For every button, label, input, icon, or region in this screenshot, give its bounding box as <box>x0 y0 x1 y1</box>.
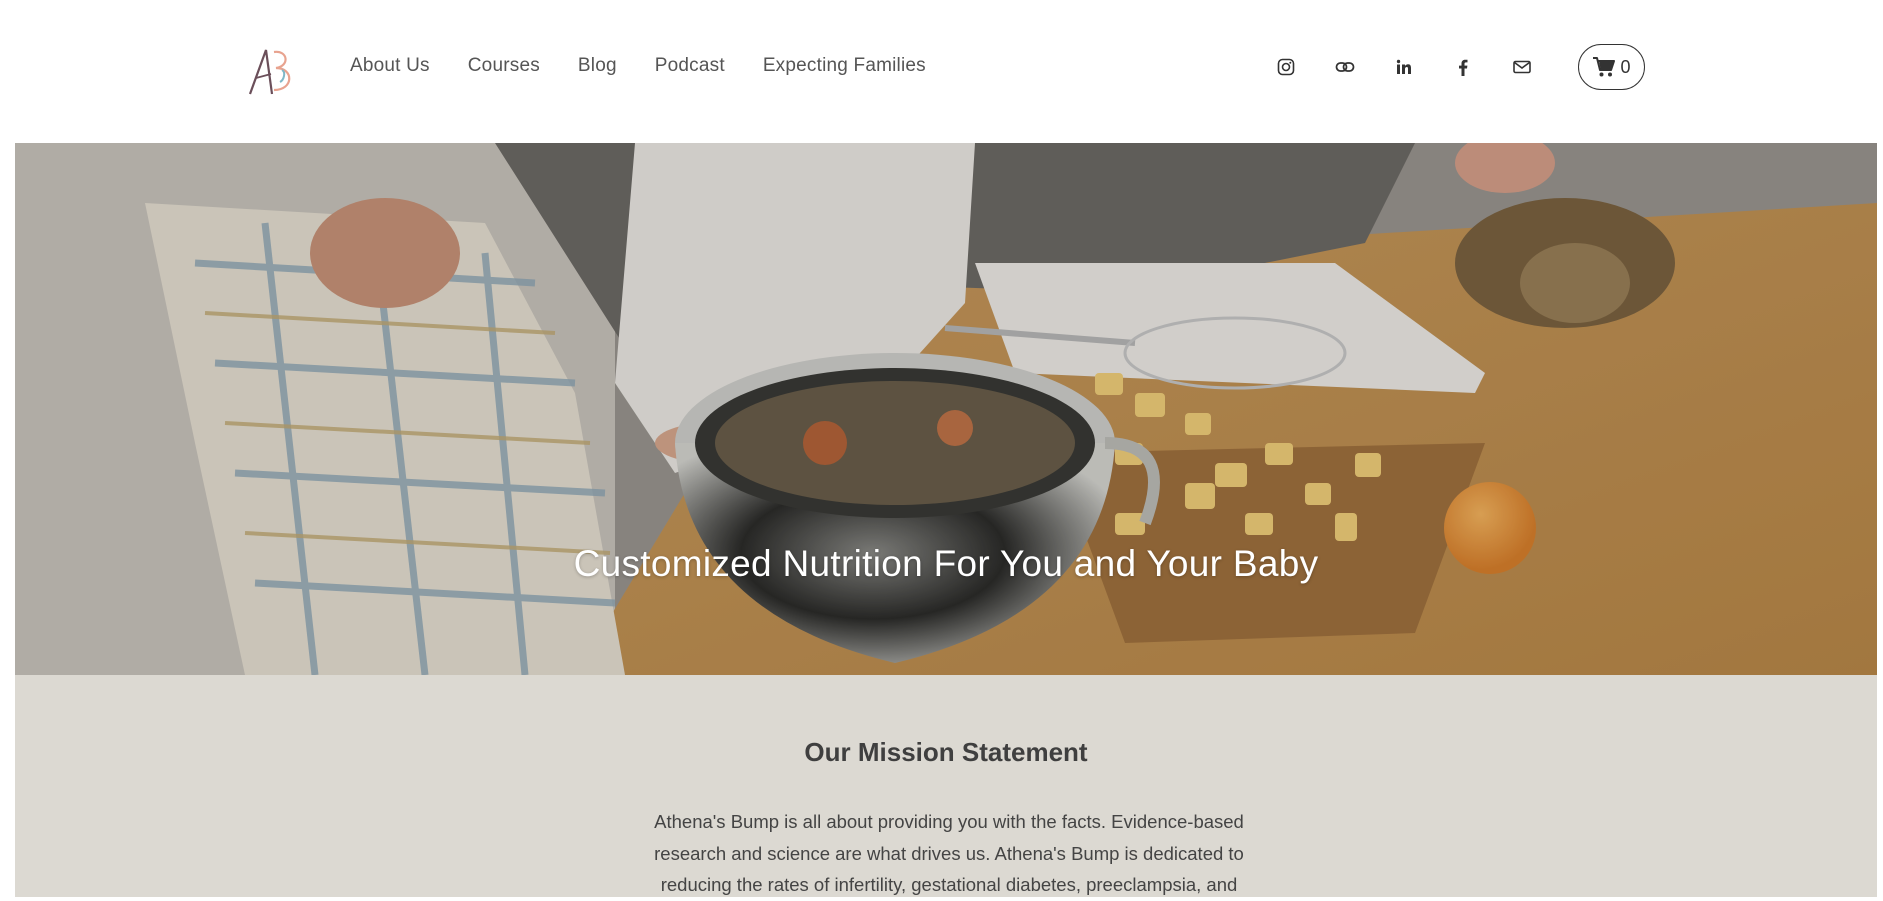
cart-icon <box>1593 57 1616 77</box>
social-links <box>1275 56 1570 78</box>
hero-title: Customized Nutrition For You and Your Ba… <box>573 543 1319 584</box>
hero-background-image <box>15 143 1877 675</box>
facebook-icon[interactable] <box>1452 56 1474 78</box>
nav-blog[interactable]: Blog <box>578 55 617 77</box>
instagram-icon[interactable] <box>1275 56 1297 78</box>
nav-about-us[interactable]: About Us <box>350 55 430 77</box>
site-header: About Us Courses Blog Podcast Expecting … <box>0 0 1883 143</box>
email-icon[interactable] <box>1511 56 1533 78</box>
mission-heading: Our Mission Statement <box>804 737 1088 767</box>
mission-section: Our Mission Statement Athena's Bump is a… <box>15 675 1877 897</box>
cart-button[interactable]: 0 <box>1578 44 1645 90</box>
athenas-bump-logo-icon[interactable] <box>244 40 304 100</box>
main-nav: About Us Courses Blog Podcast Expecting … <box>350 55 964 77</box>
hero-banner: Customized Nutrition For You and Your Ba… <box>15 143 1877 675</box>
nav-courses[interactable]: Courses <box>468 55 540 77</box>
mission-body: Athena's Bump is all about providing you… <box>654 811 1244 895</box>
cart-count: 0 <box>1620 56 1631 77</box>
nav-podcast[interactable]: Podcast <box>655 55 725 77</box>
link-icon[interactable] <box>1334 56 1356 78</box>
linkedin-icon[interactable] <box>1393 56 1415 78</box>
nav-expecting-families[interactable]: Expecting Families <box>763 55 926 77</box>
